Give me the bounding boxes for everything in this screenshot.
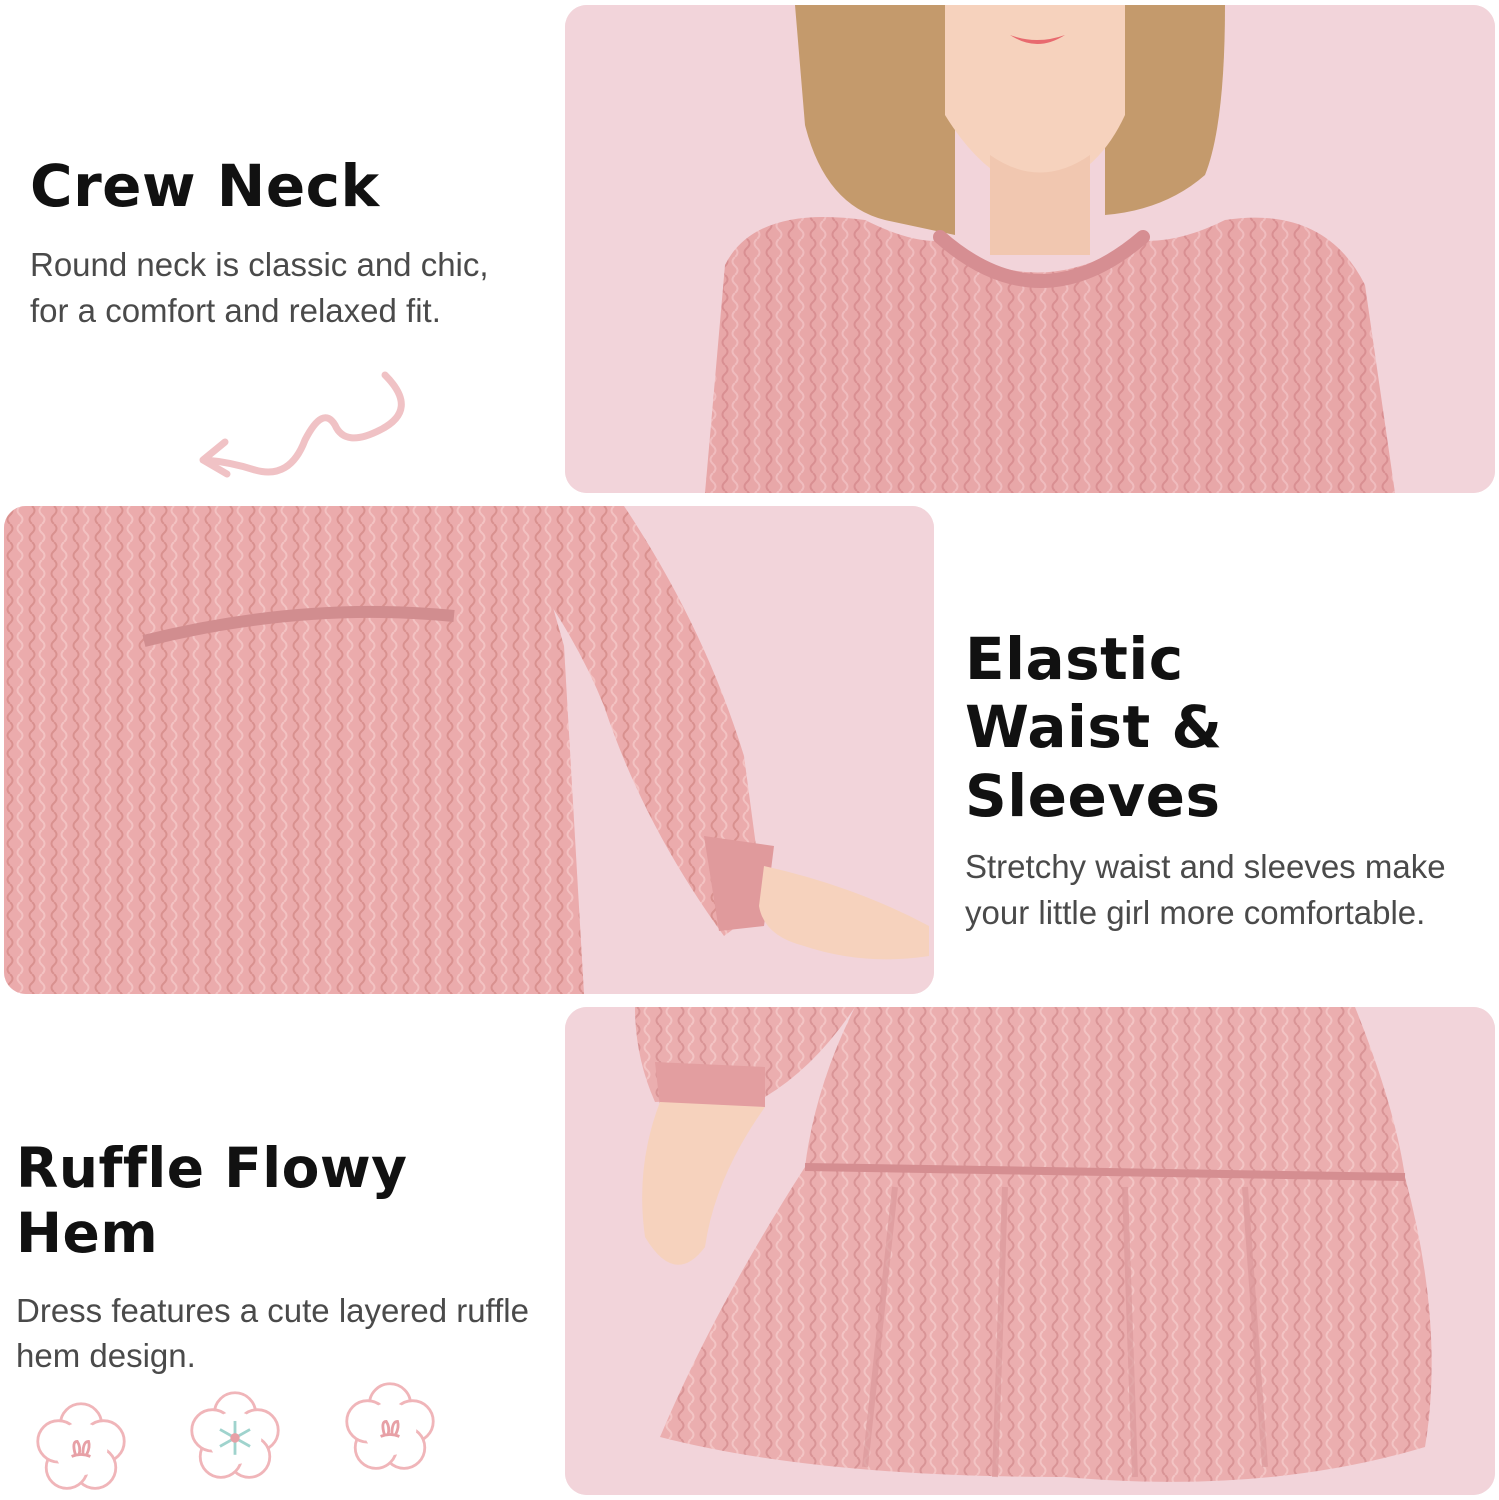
ruffle-hem-description-line1: Dress features a cute layered ruffle <box>16 1291 529 1329</box>
crew-neck-photo <box>565 5 1495 493</box>
crew-neck-description: Round neck is classic and chic, for a co… <box>30 242 550 333</box>
wavy-arrow-icon <box>195 370 415 490</box>
crew-neck-description-line2: for a comfort and relaxed fit. <box>30 291 441 329</box>
decorative-flowers <box>28 1375 448 1490</box>
flower-bunny-icon <box>343 1380 437 1474</box>
elastic-waist-title-line1: Elastic <box>965 625 1184 693</box>
elastic-waist-title: Elastic Waist & Sleeves <box>965 625 1490 830</box>
ruffle-hem-description: Dress features a cute layered ruffle hem… <box>16 1288 556 1379</box>
flower-bunny-icon <box>34 1400 128 1494</box>
ruffle-hem-photo <box>565 1007 1495 1495</box>
ruffle-hem-title: Ruffle Flowy Hem <box>16 1136 408 1265</box>
crew-neck-title: Crew Neck <box>30 152 380 220</box>
crew-neck-feature: Crew Neck Round neck is classic and chic… <box>30 152 550 334</box>
elastic-waist-photo <box>4 506 934 994</box>
elastic-waist-description-line1: Stretchy waist and sleeves make <box>965 848 1446 886</box>
elastic-waist-title-line2: Waist & Sleeves <box>965 693 1223 830</box>
flower-snowflake-icon <box>188 1389 282 1483</box>
ruffle-hem-feature: Ruffle Flowy Hem Dress features a cute l… <box>16 1136 556 1379</box>
ruffle-hem-description-line2: hem design. <box>16 1337 196 1375</box>
crew-neck-description-line1: Round neck is classic and chic, <box>30 246 489 284</box>
elastic-waist-description-line2: your little girl more comfortable. <box>965 893 1426 931</box>
elastic-waist-feature: Elastic Waist & Sleeves Stretchy waist a… <box>965 625 1490 935</box>
elastic-waist-description: Stretchy waist and sleeves make your lit… <box>965 844 1490 935</box>
